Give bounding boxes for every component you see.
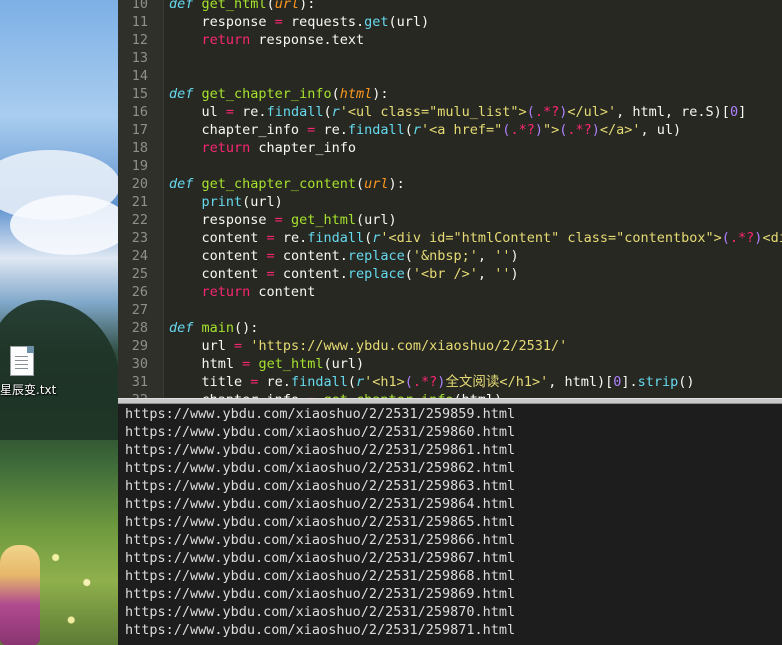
code-line[interactable]: 32 chapter_info = get_chapter_info(html)	[118, 391, 782, 398]
code-line[interactable]: 29 url = 'https://www.ybdu.com/xiaoshuo/…	[118, 337, 782, 355]
code-line[interactable]: 16 ul = re.findall(r'<ul class="mulu_lis…	[118, 103, 782, 121]
code-editor[interactable]: 10 def get_html(url): 11 response = reques…	[118, 0, 782, 398]
line-number: 14	[131, 68, 148, 84]
code-text: title = re.findall(r'<h1>(.*?)全文阅读</h1>'…	[169, 374, 695, 390]
line-number: 19	[131, 158, 148, 174]
code-line[interactable]: 28 def main():	[118, 319, 782, 337]
anime-figure-decoration	[0, 545, 40, 645]
line-number: 21	[131, 194, 148, 210]
code-line[interactable]: 22 response = get_html(url)	[118, 211, 782, 229]
code-text: return response.text	[201, 32, 365, 48]
code-line[interactable]: 19	[118, 157, 782, 175]
line-number: 17	[131, 122, 148, 138]
line-number: 12	[131, 32, 148, 48]
code-line[interactable]: 14	[118, 67, 782, 85]
code-text: content = content.replace('&nbsp;', '')	[169, 248, 519, 264]
line-number: 24	[131, 248, 148, 264]
console-line: https://www.ybdu.com/xiaoshuo/2/2531/259…	[125, 496, 516, 512]
code-line[interactable]: 17 chapter_info = re.findall(r'<a href="…	[118, 121, 782, 139]
console-line: https://www.ybdu.com/xiaoshuo/2/2531/259…	[125, 586, 516, 602]
code-text: def get_html(url):	[169, 0, 316, 12]
code-text: content = content.replace('<br />', '')	[169, 266, 519, 282]
console-line: https://www.ybdu.com/xiaoshuo/2/2531/259…	[125, 460, 516, 476]
desktop-background: 星辰变.txt	[0, 0, 118, 645]
code-line[interactable]: 25 content = content.replace('<br />', '…	[118, 265, 782, 283]
line-number: 22	[131, 212, 148, 228]
code-line[interactable]: 26 return content	[118, 283, 782, 301]
code-text: ul = re.findall(r'<ul class="mulu_list">…	[169, 104, 747, 120]
console-line: https://www.ybdu.com/xiaoshuo/2/2531/259…	[125, 424, 516, 440]
code-line[interactable]: 20 def get_chapter_content(url):	[118, 175, 782, 193]
code-text: url = 'https://www.ybdu.com/xiaoshuo/2/2…	[169, 338, 568, 354]
code-line[interactable]: 12 return response.text	[118, 31, 782, 49]
code-text: print(url)	[201, 194, 283, 210]
code-line[interactable]: 10 def get_html(url):	[118, 0, 782, 13]
line-number: 25	[131, 266, 148, 282]
line-number: 28	[131, 320, 148, 336]
console-line: https://www.ybdu.com/xiaoshuo/2/2531/259…	[125, 532, 516, 548]
code-text: def get_chapter_info(html):	[169, 86, 389, 102]
output-console[interactable]: https://www.ybdu.com/xiaoshuo/2/2531/259…	[118, 404, 782, 645]
line-number: 11	[131, 14, 148, 30]
code-text: response = requests.get(url)	[169, 14, 430, 30]
code-line[interactable]: 18 return chapter_info	[118, 139, 782, 157]
flowers-decoration	[40, 520, 118, 645]
console-line: https://www.ybdu.com/xiaoshuo/2/2531/259…	[125, 406, 516, 422]
code-line[interactable]: 30 html = get_html(url)	[118, 355, 782, 373]
line-number: 10	[131, 0, 148, 12]
line-number: 16	[131, 104, 148, 120]
console-line: https://www.ybdu.com/xiaoshuo/2/2531/259…	[125, 622, 516, 638]
line-number: 31	[131, 374, 148, 390]
code-line[interactable]: 27	[118, 301, 782, 319]
line-number: 18	[131, 140, 148, 156]
console-line: https://www.ybdu.com/xiaoshuo/2/2531/259…	[125, 514, 516, 530]
code-text: chapter_info = get_chapter_info(html)	[169, 391, 503, 398]
code-line[interactable]: 23 content = re.findall(r'<div id="htmlC…	[118, 229, 782, 247]
line-number: 15	[131, 86, 148, 102]
code-text: def get_chapter_content(url):	[169, 176, 405, 192]
code-text: content = re.findall(r'<div id="htmlCont…	[169, 230, 782, 246]
code-text: return content	[201, 284, 316, 300]
line-number: 30	[131, 356, 148, 372]
desktop-file-label[interactable]: 星辰变.txt	[0, 381, 56, 398]
code-line[interactable]: 21 print(url)	[118, 193, 782, 211]
code-text: html = get_html(url)	[169, 356, 365, 372]
line-number: 20	[131, 176, 148, 192]
code-line[interactable]: 15 def get_chapter_info(html):	[118, 85, 782, 103]
console-line: https://www.ybdu.com/xiaoshuo/2/2531/259…	[125, 550, 516, 566]
console-line: https://www.ybdu.com/xiaoshuo/2/2531/259…	[125, 604, 516, 620]
line-number: 29	[131, 338, 148, 354]
line-number: 23	[131, 230, 148, 246]
line-number: 27	[131, 302, 148, 318]
cloud-decoration	[10, 195, 118, 255]
code-text: chapter_info = re.findall(r'<a href="(.*…	[169, 122, 682, 138]
code-text: return chapter_info	[201, 140, 356, 156]
line-number: 26	[131, 284, 148, 300]
console-line: https://www.ybdu.com/xiaoshuo/2/2531/259…	[125, 478, 516, 494]
line-number: 13	[131, 50, 148, 66]
text-file-icon[interactable]	[10, 346, 34, 376]
code-line[interactable]: 13	[118, 49, 782, 67]
console-line: https://www.ybdu.com/xiaoshuo/2/2531/259…	[125, 442, 516, 458]
code-line[interactable]: 31 title = re.findall(r'<h1>(.*?)全文阅读</h…	[118, 373, 782, 391]
code-text: response = get_html(url)	[169, 212, 397, 228]
code-text: def main():	[169, 320, 259, 336]
line-number: 32	[118, 391, 148, 398]
code-line[interactable]: 11 response = requests.get(url)	[118, 13, 782, 31]
console-line: https://www.ybdu.com/xiaoshuo/2/2531/259…	[125, 568, 516, 584]
code-line[interactable]: 24 content = content.replace('&nbsp;', '…	[118, 247, 782, 265]
